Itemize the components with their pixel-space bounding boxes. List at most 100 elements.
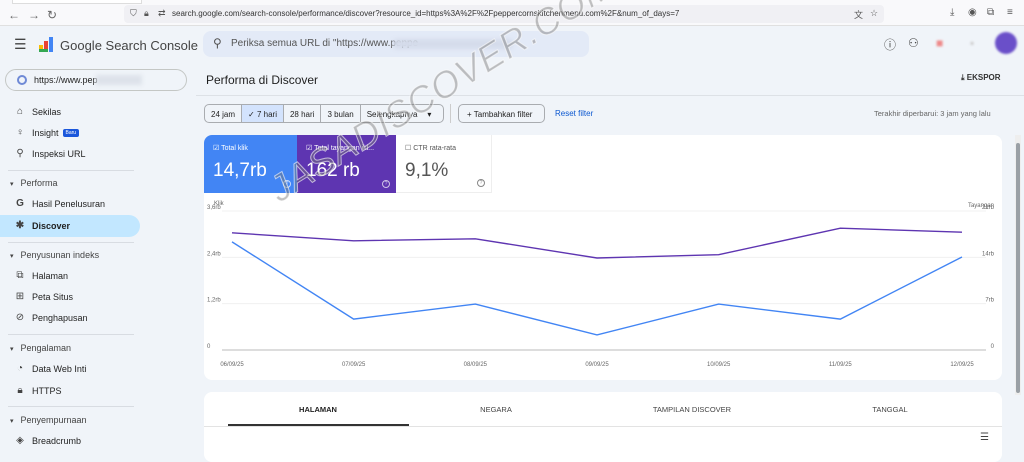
search-icon: ⚲ xyxy=(16,148,24,159)
date-range-chips: 24 jam ✓ 7 hari 28 hari 3 bulan Selengka… xyxy=(204,104,445,123)
section-performa[interactable]: Performa xyxy=(10,178,58,188)
sidebar-item-label: Penghapusan xyxy=(32,313,88,323)
gauge-icon: ◔ xyxy=(16,363,24,374)
avatar[interactable] xyxy=(995,32,1017,54)
x-tick-label: 11/09/25 xyxy=(829,362,853,368)
tab-halaman[interactable]: HALAMAN xyxy=(228,405,408,414)
extensions-icon[interactable]: ⧉ xyxy=(987,7,994,18)
sidebar-item-sekilas[interactable]: ⌂ Sekilas xyxy=(0,101,140,123)
url-text: search.google.com/search-console/perform… xyxy=(172,9,680,18)
home-icon: ⌂ xyxy=(16,106,24,117)
range-7-hari[interactable]: ✓ 7 hari xyxy=(242,105,284,122)
sidebar-item-insight[interactable]: ♀ Insight Baru xyxy=(0,122,140,144)
translate-icon[interactable]: 文 xyxy=(854,8,863,21)
divider xyxy=(450,104,451,123)
sidebar-item-label: Discover xyxy=(32,221,71,231)
sidebar-item-penghapusan[interactable]: ⊘ Penghapusan xyxy=(0,307,140,329)
download-icon[interactable]: ⤓ xyxy=(950,7,954,18)
x-tick-label: 06/09/25 xyxy=(220,362,244,368)
reload-icon[interactable]: ↻ xyxy=(47,8,57,22)
range-24-jam[interactable]: 24 jam xyxy=(205,105,243,122)
sidebar-item-https[interactable]: 🔒︎ HTTPS xyxy=(0,380,140,402)
layers-icon: ◈ xyxy=(16,435,24,446)
bookmark-star-icon[interactable]: ☆ xyxy=(870,8,878,19)
property-selector[interactable]: https://www.pep xyxy=(5,69,187,91)
apps-icon[interactable]: ▪ xyxy=(970,36,974,50)
sidebar-item-halaman[interactable]: ⧉ Halaman xyxy=(0,265,140,287)
series-line-klik[interactable] xyxy=(231,241,963,336)
dimension-tabs-card: HALAMAN NEGARA TAMPILAN DISCOVER TANGGAL… xyxy=(204,392,1002,462)
sidebar-item-label: Insight xyxy=(32,128,59,138)
section-penyusunan-indeks[interactable]: Penyusunan indeks xyxy=(10,250,100,260)
tab-tampilan-discover[interactable]: TAMPILAN DISCOVER xyxy=(602,405,782,414)
range-more-dropdown[interactable]: Selengkapnya ▾ xyxy=(361,105,444,122)
search-console-logo xyxy=(39,37,53,52)
search-placeholder: Periksa semua URL di "https://www.peppe xyxy=(231,38,419,49)
tab-tanggal[interactable]: TANGGAL xyxy=(800,405,980,414)
filter-rows-icon[interactable]: ☰ xyxy=(980,432,989,443)
export-label: EKSPOR xyxy=(966,73,1001,82)
sidebar-item-label: Data Web Inti xyxy=(32,364,87,374)
sidebar-item-hasil-penelusuran[interactable]: G Hasil Penelusuran xyxy=(0,193,140,215)
left-tick-label: 0 xyxy=(207,344,211,350)
sidebar-item-label: Peta Situs xyxy=(32,292,74,302)
sidebar-item-discover[interactable]: ✱ Discover xyxy=(0,215,140,237)
export-button[interactable]: ⤓ EKSPOR xyxy=(961,73,1001,83)
sidebar-item-inspeksi-url[interactable]: ⚲ Inspeksi URL xyxy=(0,143,140,165)
sidebar-item-label: Breadcrumb xyxy=(32,436,82,446)
range-28-hari[interactable]: 28 hari xyxy=(284,105,322,122)
pages-icon: ⧉ xyxy=(16,270,24,281)
series-line-tayangan[interactable] xyxy=(231,227,963,259)
browser-tab[interactable] xyxy=(12,0,142,4)
discover-asterisk-icon: ✱ xyxy=(15,220,25,231)
section-penyempurnaan[interactable]: Penyempurnaan xyxy=(10,415,87,425)
permissions-icon: ⇄ xyxy=(158,8,166,18)
tab-negara[interactable]: NEGARA xyxy=(406,405,586,414)
last-updated: Terakhir diperbarui: 3 jam yang lalu xyxy=(874,109,991,118)
scrollbar-thumb[interactable] xyxy=(1016,143,1020,393)
app-header: ☰ Google Search Console ⚲ Periksa semua … xyxy=(0,26,1024,62)
x-tick-label: 10/09/25 xyxy=(707,362,731,368)
new-badge: Baru xyxy=(62,129,80,137)
right-tick-label: 21rb xyxy=(982,205,995,211)
sidebar-item-data-web-inti[interactable]: ◔ Data Web Inti xyxy=(0,358,140,380)
right-tick-label: 0 xyxy=(991,344,995,350)
eye-off-icon: ⊘ xyxy=(15,312,25,323)
check-icon: ✓ xyxy=(248,110,257,119)
users-settings-icon[interactable]: ⚇ xyxy=(908,36,919,50)
x-tick-label: 08/09/25 xyxy=(464,362,488,368)
scrollbar[interactable] xyxy=(1015,135,1021,395)
add-filter-label: Tambahkan filter xyxy=(473,110,533,119)
sidebar-item-breadcrumb[interactable]: ◈ Breadcrumb xyxy=(0,430,140,452)
forward-icon[interactable]: → xyxy=(28,8,40,22)
notifications-icon[interactable]: ■ xyxy=(936,36,943,50)
left-tick-label: 1,2rb xyxy=(207,298,221,304)
performance-chart-card: ☑ Total klik 14,7rb? ☑ Total tayangan ikl… xyxy=(204,135,1002,380)
menu-icon[interactable]: ≡ xyxy=(1007,7,1013,18)
divider xyxy=(204,426,1002,427)
hamburger-menu-icon[interactable]: ☰ xyxy=(14,36,27,53)
url-inspection-search[interactable]: ⚲ Periksa semua URL di "https://www.pepp… xyxy=(203,31,589,57)
section-pengalaman[interactable]: Pengalaman xyxy=(10,343,72,353)
add-filter-button[interactable]: + Tambahkan filter xyxy=(458,104,545,123)
sidebar-item-label: Sekilas xyxy=(32,107,62,117)
right-tick-label: 14rb xyxy=(982,251,995,257)
range-label: 7 hari xyxy=(256,110,277,119)
back-icon[interactable]: ← xyxy=(8,8,20,22)
sidebar-item-label: Halaman xyxy=(32,271,69,281)
help-icon[interactable]: ⓘ xyxy=(884,36,896,53)
divider xyxy=(8,242,134,243)
dropdown-arrow-icon: ▾ xyxy=(427,110,432,119)
shield-icon: ⛉ xyxy=(130,8,137,18)
browser-toolbar: ← → ↻ ⛉ 🔒︎ ⇄ search.google.com/search-co… xyxy=(0,0,1024,26)
line-chart: Klik Tayangan 0 01,2rb 7rb2,4rb 14rb3,6rb 21… xyxy=(207,201,995,368)
reset-filter-link[interactable]: Reset filter xyxy=(555,109,593,118)
plus-icon: + xyxy=(467,110,474,119)
account-icon[interactable]: ◉ xyxy=(968,7,977,18)
divider xyxy=(8,406,134,407)
page-title: Performa di Discover xyxy=(206,73,319,87)
range-3-bulan[interactable]: 3 bulan xyxy=(321,105,361,122)
lock-icon: 🔒︎ xyxy=(17,385,23,396)
sidebar-item-peta-situs[interactable]: ⊞ Peta Situs xyxy=(0,286,140,308)
address-bar[interactable]: ⛉ 🔒︎ ⇄ search.google.com/search-console/… xyxy=(124,5,884,23)
